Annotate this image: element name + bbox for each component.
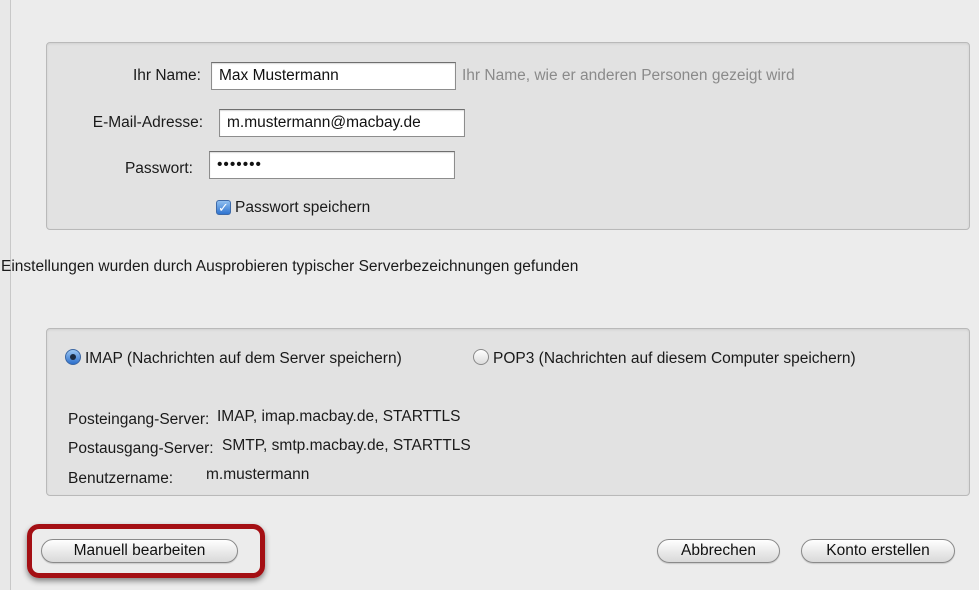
create-account-button[interactable]: Konto erstellen (801, 539, 955, 563)
status-text: Einstellungen wurden durch Ausprobieren … (1, 258, 579, 275)
incoming-server-label: Posteingang-Server: (68, 411, 210, 428)
incoming-server-value: IMAP, imap.macbay.de, STARTTLS (217, 408, 461, 425)
pop3-label: POP3 (Nachrichten auf diesem Computer sp… (493, 350, 856, 367)
save-password-checkbox[interactable]: ✓ (216, 200, 231, 215)
username-label: Benutzername: (68, 470, 174, 487)
pop3-radio[interactable] (473, 349, 489, 365)
cancel-button[interactable]: Abbrechen (657, 539, 780, 563)
username-value: m.mustermann (206, 466, 310, 483)
password-input[interactable] (209, 151, 455, 179)
name-label: Ihr Name: (132, 67, 201, 84)
manual-edit-button[interactable]: Manuell bearbeiten (41, 539, 238, 563)
outgoing-server-value: SMTP, smtp.macbay.de, STARTTLS (222, 437, 471, 454)
name-input[interactable] (211, 62, 456, 90)
email-label: E-Mail-Adresse: (92, 114, 203, 131)
imap-radio[interactable] (65, 349, 81, 365)
imap-label: IMAP (Nachrichten auf dem Server speiche… (85, 350, 402, 367)
name-hint: Ihr Name, wie er anderen Personen gezeig… (462, 67, 795, 84)
email-input[interactable] (219, 109, 465, 137)
save-password-label: Passwort speichern (235, 199, 371, 216)
outgoing-server-label: Postausgang-Server: (68, 440, 214, 457)
password-label: Passwort: (124, 160, 193, 177)
account-setup-dialog: Ihr Name: Ihr Name, wie er anderen Perso… (1, 0, 979, 590)
